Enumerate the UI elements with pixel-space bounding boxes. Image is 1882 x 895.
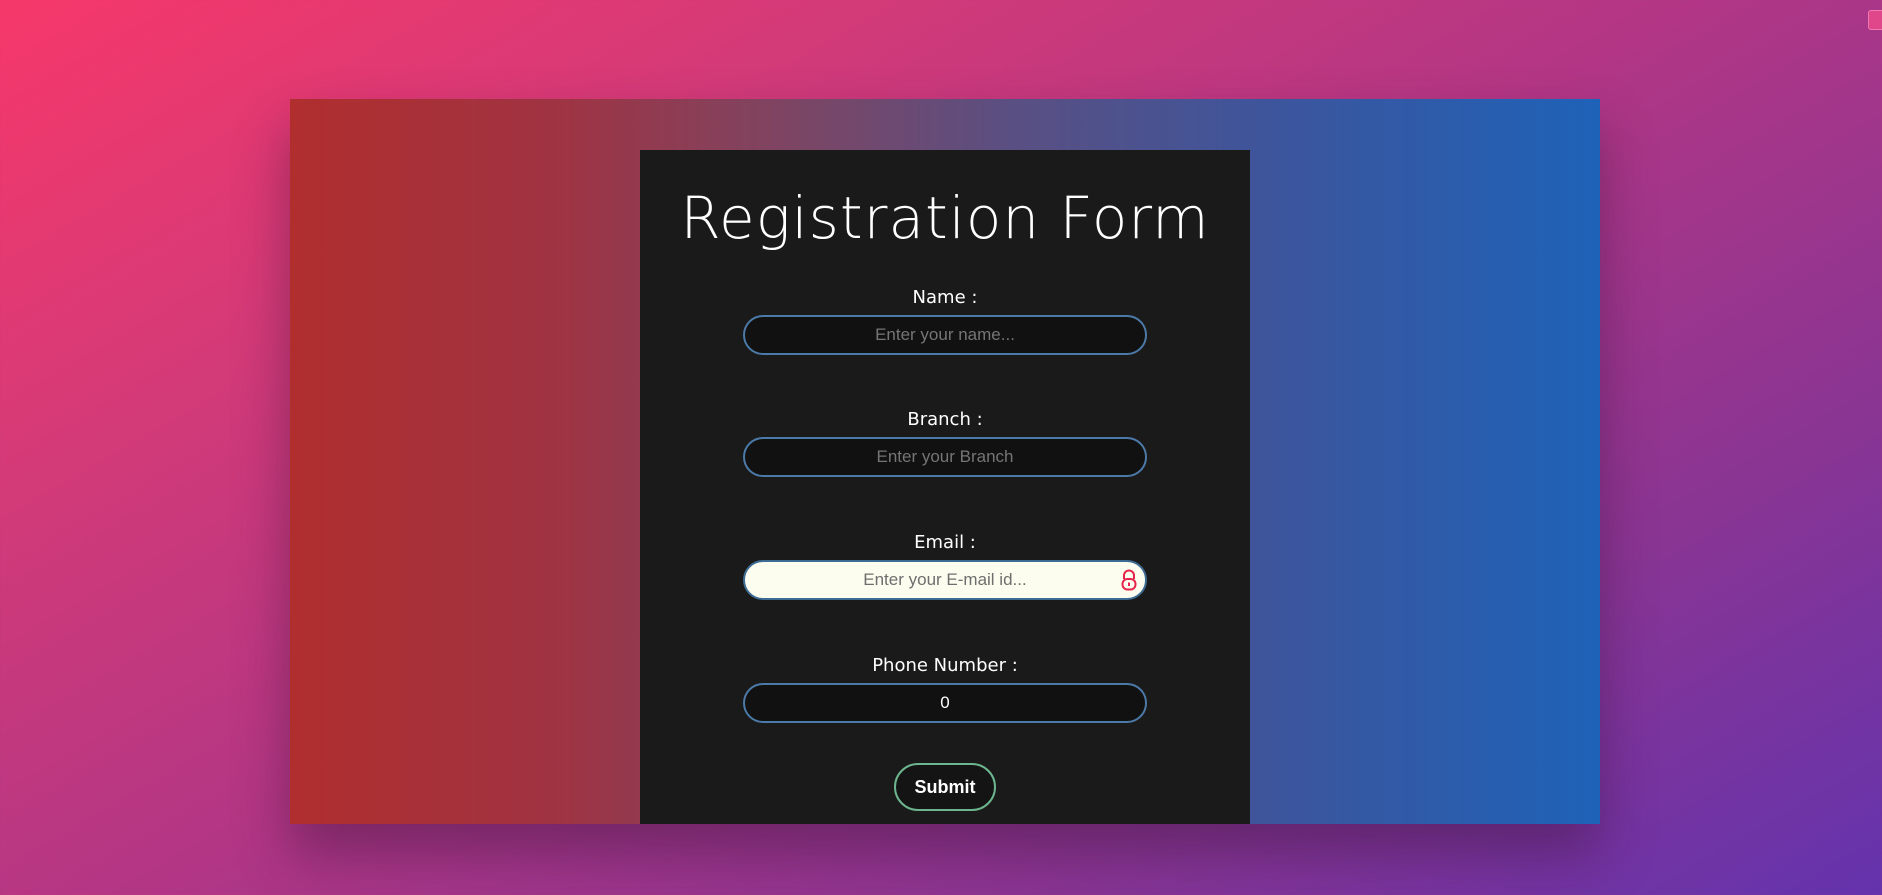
email-input-wrapper — [743, 560, 1147, 600]
branch-field: Branch : — [743, 409, 1147, 477]
email-label: Email : — [914, 532, 976, 553]
name-field: Name : — [743, 287, 1147, 355]
registration-form: Registration Form Name : Branch : Email … — [640, 150, 1250, 824]
phone-input[interactable] — [743, 683, 1147, 723]
branch-label: Branch : — [907, 409, 983, 430]
phone-label: Phone Number : — [872, 655, 1018, 676]
email-field: Email : — [743, 532, 1147, 600]
name-label: Name : — [912, 287, 978, 308]
extension-badge-icon[interactable] — [1868, 10, 1882, 30]
name-input[interactable] — [743, 315, 1147, 355]
phone-field: Phone Number : — [743, 655, 1147, 723]
submit-button[interactable]: Submit — [894, 763, 996, 811]
branch-input[interactable] — [743, 437, 1147, 477]
form-title: Registration Form — [680, 184, 1210, 252]
email-input[interactable] — [743, 560, 1147, 600]
lock-icon[interactable] — [1119, 569, 1139, 591]
